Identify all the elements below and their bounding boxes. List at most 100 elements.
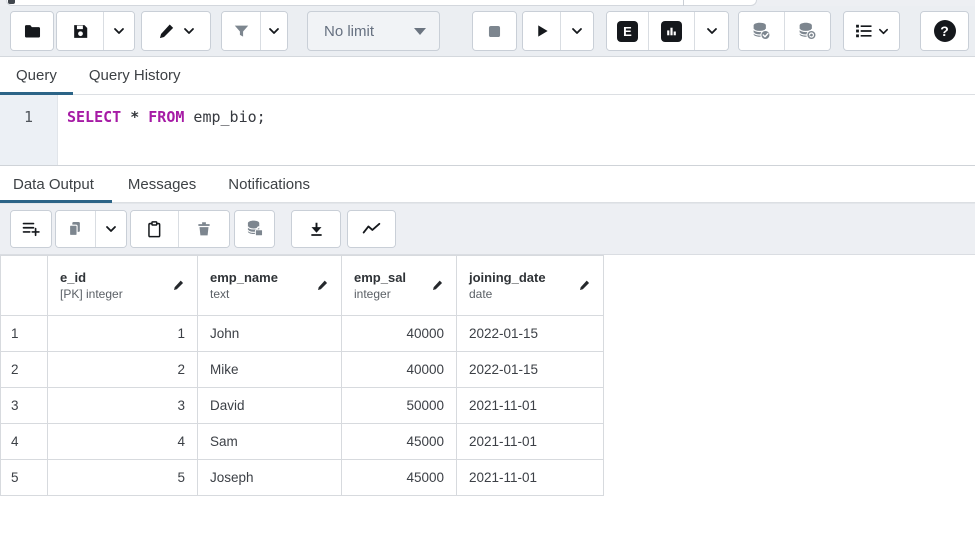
cell-joining-date[interactable]: 2021-11-01 <box>457 460 604 496</box>
chevron-down-icon <box>105 223 117 235</box>
tab-data-output[interactable]: Data Output <box>0 166 112 202</box>
chevron-down-icon <box>878 26 889 37</box>
graph-visualiser-button[interactable] <box>348 211 395 247</box>
cell-e-id[interactable]: 5 <box>48 460 198 496</box>
cell-emp-sal[interactable]: 45000 <box>342 424 457 460</box>
add-row-button[interactable] <box>11 211 51 247</box>
help-button[interactable]: ? <box>921 12 968 50</box>
copy-icon <box>66 220 85 239</box>
tab-query[interactable]: Query <box>0 57 73 94</box>
sql-operator-star: * <box>121 108 148 126</box>
top-remnant-divider <box>683 0 684 6</box>
cell-emp-name[interactable]: David <box>198 388 342 424</box>
macros-list-icon <box>854 21 874 41</box>
filter-button[interactable] <box>222 12 260 50</box>
add-row-icon <box>21 219 41 239</box>
cell-emp-name[interactable]: John <box>198 316 342 352</box>
cell-joining-date[interactable]: 2022-01-15 <box>457 316 604 352</box>
column-type: [PK] integer <box>60 286 123 302</box>
cell-e-id[interactable]: 3 <box>48 388 198 424</box>
sql-code-line[interactable]: SELECT * FROM emp_bio; <box>58 95 975 165</box>
cell-joining-date[interactable]: 2022-01-15 <box>457 352 604 388</box>
cell-emp-name[interactable]: Sam <box>198 424 342 460</box>
caret-down-icon <box>414 28 426 35</box>
download-icon <box>307 220 326 239</box>
row-limit-select[interactable]: No limit <box>307 11 440 51</box>
paste-button[interactable] <box>131 211 178 247</box>
column-header-emp-name[interactable]: emp_name text <box>198 256 342 316</box>
sql-editor[interactable]: 1 SELECT * FROM emp_bio; <box>0 95 975 166</box>
explain-analyze-button[interactable] <box>648 12 694 50</box>
execute-button[interactable] <box>523 12 560 50</box>
edit-menu-button[interactable] <box>142 12 210 50</box>
save-data-button[interactable] <box>235 211 274 247</box>
row-number[interactable]: 4 <box>1 424 48 460</box>
results-tabbar: Data Output Messages Notifications <box>0 166 975 203</box>
cell-emp-sal[interactable]: 40000 <box>342 316 457 352</box>
sql-identifier: emp_bio; <box>184 108 265 126</box>
table-row: 22Mike400002022-01-15 <box>1 352 604 388</box>
row-number[interactable]: 1 <box>1 316 48 352</box>
commit-button[interactable] <box>739 12 784 50</box>
cell-joining-date[interactable]: 2021-11-01 <box>457 388 604 424</box>
cell-e-id[interactable]: 4 <box>48 424 198 460</box>
explain-e-icon: E <box>617 21 638 42</box>
tab-notifications[interactable]: Notifications <box>212 166 326 202</box>
execute-menu-button[interactable] <box>560 12 593 50</box>
chevron-down-icon <box>183 25 195 37</box>
tab-messages[interactable]: Messages <box>112 166 212 202</box>
stop-square-icon <box>485 22 504 41</box>
cell-joining-date[interactable]: 2021-11-01 <box>457 424 604 460</box>
copy-menu-button[interactable] <box>95 211 126 247</box>
save-button[interactable] <box>57 12 103 50</box>
results-toolbar <box>0 203 975 255</box>
row-number[interactable]: 3 <box>1 388 48 424</box>
editor-gutter: 1 <box>0 95 58 165</box>
save-icon <box>71 22 90 41</box>
edit-column-icon[interactable] <box>425 279 444 292</box>
tab-query-history[interactable]: Query History <box>73 57 197 94</box>
grid-corner-cell[interactable] <box>1 256 48 316</box>
query-toolbar: No limit E <box>0 6 975 57</box>
macros-button[interactable] <box>844 12 899 50</box>
column-name: emp_name <box>210 269 278 287</box>
filter-menu-button[interactable] <box>260 12 287 50</box>
chevron-down-icon <box>268 25 280 37</box>
pencil-icon <box>157 22 176 41</box>
copy-button[interactable] <box>56 211 95 247</box>
explain-menu-button[interactable] <box>694 12 728 50</box>
delete-button[interactable] <box>178 211 229 247</box>
grid-body: 11John400002022-01-1522Mike400002022-01-… <box>1 316 604 496</box>
edit-column-icon[interactable] <box>310 279 329 292</box>
open-file-button[interactable] <box>11 12 53 50</box>
row-number[interactable]: 2 <box>1 352 48 388</box>
edit-column-icon[interactable] <box>166 279 185 292</box>
cell-emp-sal[interactable]: 40000 <box>342 352 457 388</box>
cell-emp-sal[interactable]: 45000 <box>342 460 457 496</box>
cell-e-id[interactable]: 1 <box>48 316 198 352</box>
row-limit-value: No limit <box>324 23 374 40</box>
column-name: joining_date <box>469 269 546 287</box>
stop-button[interactable] <box>473 12 516 50</box>
download-csv-button[interactable] <box>292 211 340 247</box>
grid-header-row: e_id [PK] integer emp_name text emp_sal … <box>1 256 604 316</box>
window-top-remnant <box>0 0 975 6</box>
play-icon <box>533 22 551 40</box>
explain-analyze-chart-icon <box>661 21 682 42</box>
row-number[interactable]: 5 <box>1 460 48 496</box>
chevron-down-icon <box>706 25 718 37</box>
help-question-icon: ? <box>934 20 956 42</box>
cell-emp-name[interactable]: Joseph <box>198 460 342 496</box>
column-header-e-id[interactable]: e_id [PK] integer <box>48 256 198 316</box>
explain-button[interactable]: E <box>607 12 648 50</box>
cell-e-id[interactable]: 2 <box>48 352 198 388</box>
column-type: date <box>469 286 546 302</box>
cell-emp-name[interactable]: Mike <box>198 352 342 388</box>
save-data-db-icon <box>245 219 265 239</box>
cell-emp-sal[interactable]: 50000 <box>342 388 457 424</box>
rollback-button[interactable] <box>784 12 830 50</box>
save-menu-button[interactable] <box>103 12 134 50</box>
edit-column-icon[interactable] <box>572 279 591 292</box>
column-header-emp-sal[interactable]: emp_sal integer <box>342 256 457 316</box>
column-header-joining-date[interactable]: joining_date date <box>457 256 604 316</box>
